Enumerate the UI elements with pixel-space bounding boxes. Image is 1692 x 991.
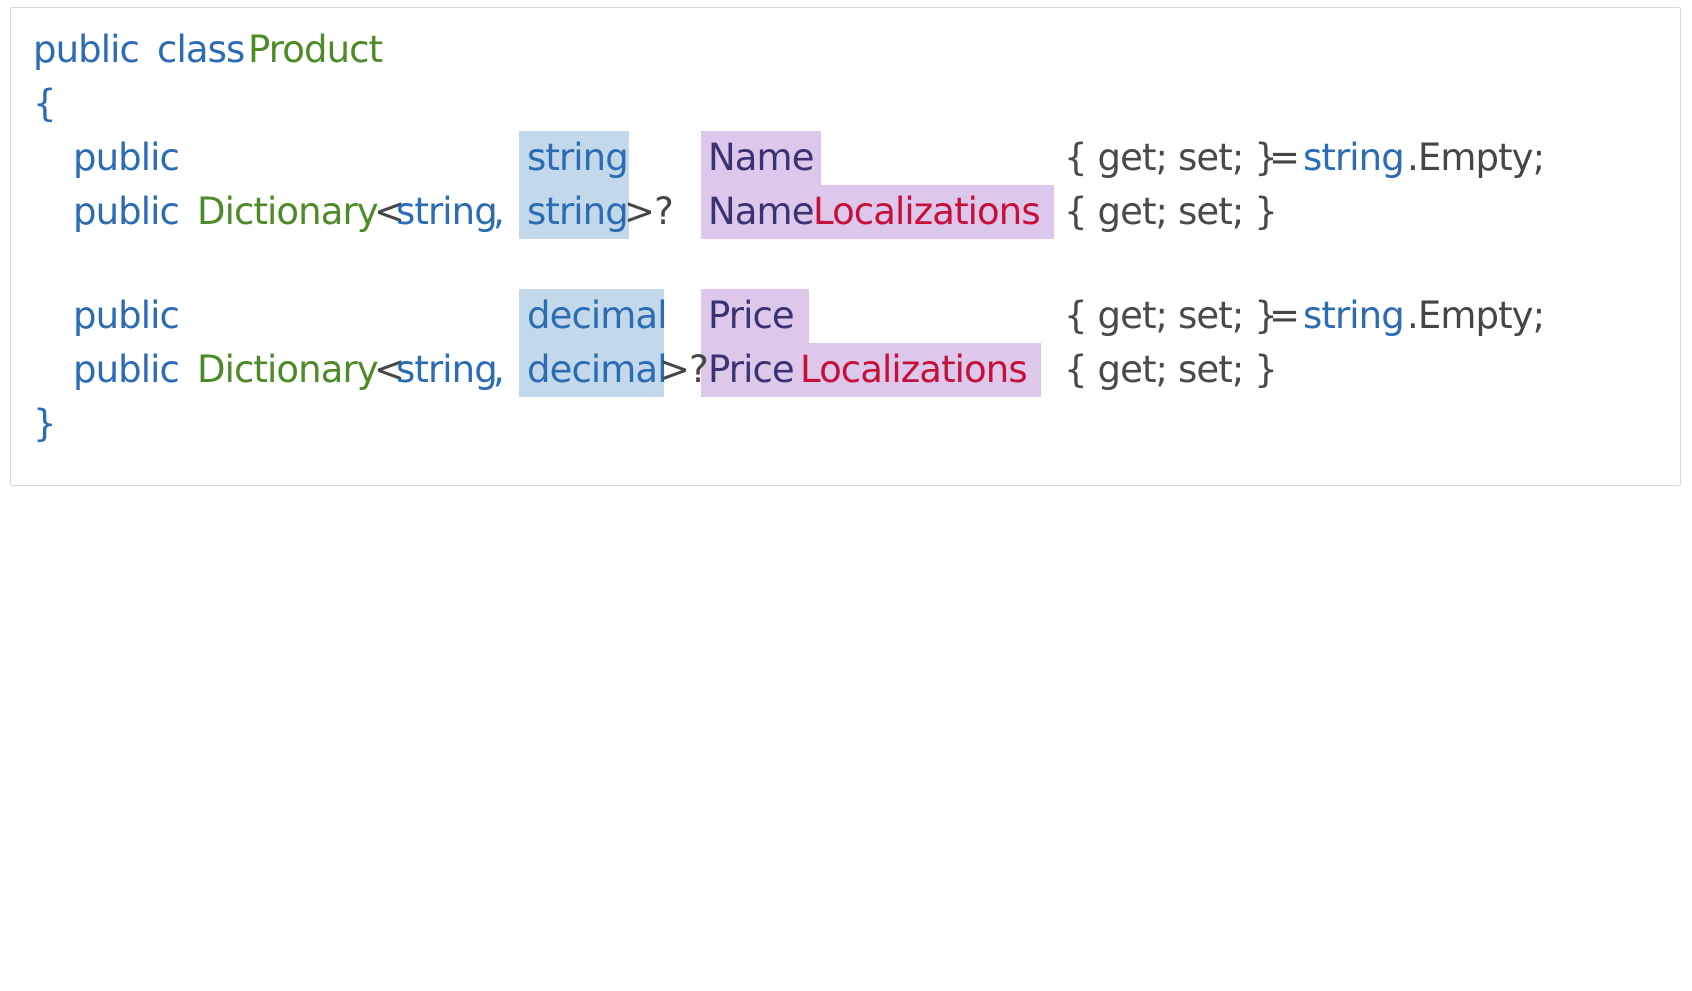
code-line-6: public decimal Price { get; set; } = str… — [11, 289, 1680, 343]
assign-operator-name-prop: = — [1269, 136, 1300, 179]
assign-operator-price-prop: = — [1269, 294, 1300, 337]
code-line-8: } — [11, 397, 1680, 451]
property-namelocalizations-suffix: Localizations — [813, 190, 1041, 233]
generic-value-decimal-pricelocal: decimal — [527, 348, 667, 391]
code-block[interactable]: public class Product { public string Nam… — [11, 8, 1680, 485]
property-pricelocalizations-prefix: Price — [708, 348, 795, 391]
code-line-7: public Dictionary < string , decimal >? … — [11, 343, 1680, 397]
type-dictionary-namelocal: Dictionary — [197, 190, 379, 233]
property-pricelocalizations-suffix: Localizations — [800, 348, 1028, 391]
generic-key-string-pricelocal: string — [396, 348, 498, 391]
property-price: Price — [708, 294, 795, 337]
code-line-3: public string Name { get; set; } = strin… — [11, 131, 1680, 185]
keyword-class: class — [157, 28, 245, 71]
accessors-name-prop: { get; set; } — [1064, 136, 1278, 179]
type-string-name-prop: string — [527, 136, 629, 179]
keyword-public-name-prop: public — [73, 136, 180, 179]
keyword-public-pricelocal: public — [73, 348, 180, 391]
accessors-price-prop: { get; set; } — [1064, 294, 1278, 337]
type-dictionary-pricelocal: Dictionary — [197, 348, 379, 391]
init-type-string-name-prop: string — [1303, 136, 1405, 179]
code-line-1: public class Product — [11, 23, 1680, 77]
keyword-public-1: public — [33, 28, 140, 71]
code-snippet-card: public class Product { public string Nam… — [10, 7, 1681, 486]
class-name-product: Product — [248, 28, 383, 71]
generic-comma-pricelocal: , — [493, 348, 505, 391]
init-member-empty-price-prop: .Empty; — [1407, 294, 1545, 337]
keyword-public-price-prop: public — [73, 294, 180, 337]
angle-close-nullable-pricelocal: >? — [659, 348, 709, 391]
type-decimal-price-prop: decimal — [527, 294, 667, 337]
class-open-brace: { — [33, 82, 57, 125]
generic-key-string-namelocal: string — [396, 190, 498, 233]
generic-value-string-namelocal: string — [527, 190, 629, 233]
accessors-pricelocal: { get; set; } — [1064, 348, 1278, 391]
angle-close-nullable-namelocal: >? — [624, 190, 674, 233]
class-close-brace: } — [33, 402, 57, 445]
keyword-public-namelocal: public — [73, 190, 180, 233]
property-namelocalizations-prefix: Name — [708, 190, 814, 233]
init-type-string-price-prop: string — [1303, 294, 1405, 337]
generic-comma-namelocal: , — [493, 190, 505, 233]
code-line-2: { — [11, 77, 1680, 131]
code-line-4: public Dictionary < string , string >? N… — [11, 185, 1680, 239]
init-member-empty-name-prop: .Empty; — [1407, 136, 1545, 179]
property-name: Name — [708, 136, 814, 179]
accessors-namelocal: { get; set; } — [1064, 190, 1278, 233]
